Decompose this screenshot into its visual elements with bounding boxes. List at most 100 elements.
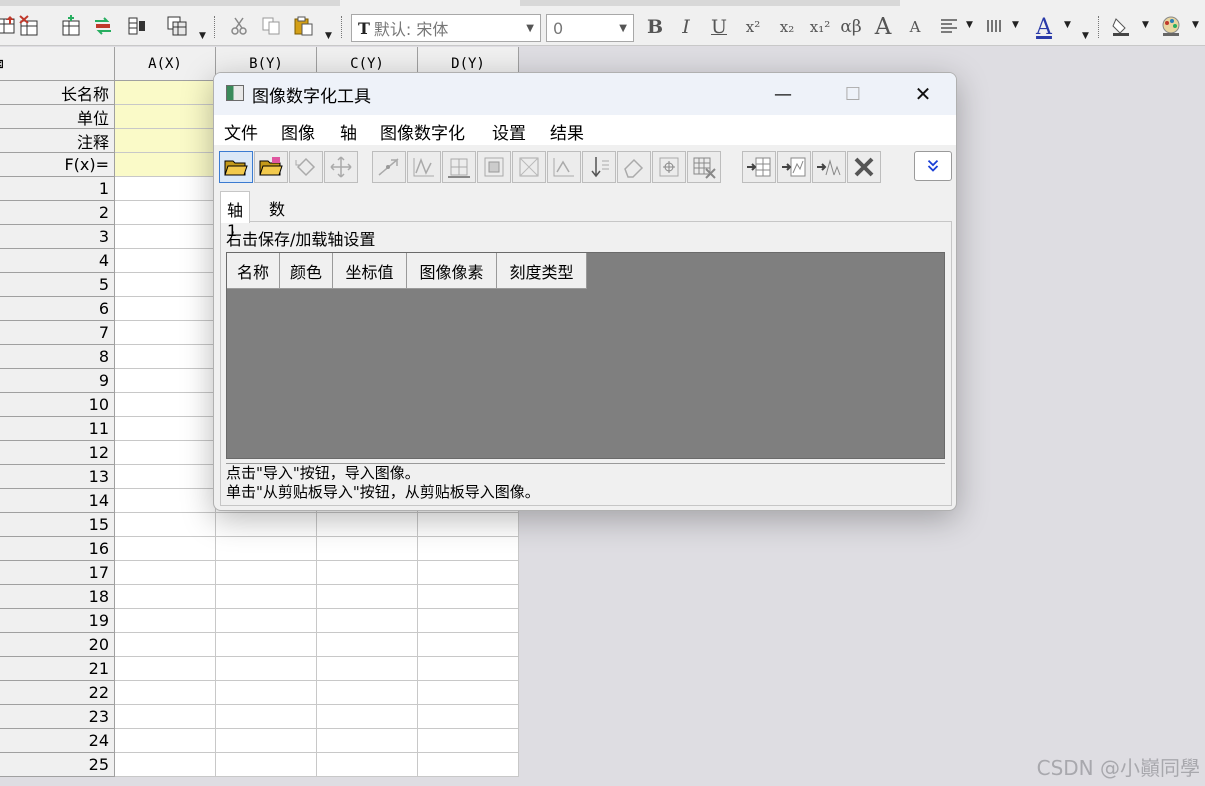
bold-button[interactable]: B — [643, 14, 667, 40]
chevron-down-icon[interactable]: ▼ — [1064, 20, 1071, 30]
increase-font-button[interactable]: A — [870, 14, 896, 40]
table-cell[interactable] — [115, 537, 216, 561]
decrease-font-button[interactable]: A — [904, 14, 926, 40]
table-cell[interactable] — [216, 681, 317, 705]
row-header[interactable]: 8 — [0, 345, 115, 369]
menu-settings[interactable]: 设置 — [492, 119, 526, 144]
table-cell[interactable] — [115, 441, 216, 465]
region-digitize-button[interactable] — [477, 151, 511, 183]
table-cell[interactable] — [418, 609, 519, 633]
sort-worksheet-icon[interactable] — [124, 12, 150, 40]
table-cell[interactable] — [216, 561, 317, 585]
row-header[interactable]: 10 — [0, 393, 115, 417]
table-cell[interactable] — [115, 81, 216, 105]
close-button[interactable]: ✕ — [900, 73, 946, 115]
superscript-button[interactable]: x² — [740, 14, 766, 40]
row-header[interactable]: 6 — [0, 297, 115, 321]
chevron-down-icon[interactable]: ▼ — [619, 23, 627, 34]
manual-pick-button[interactable] — [372, 151, 406, 183]
table-cell[interactable] — [418, 705, 519, 729]
table-cell[interactable] — [418, 657, 519, 681]
table-cell[interactable] — [115, 705, 216, 729]
table-header-pixel[interactable]: 图像像素 — [407, 253, 497, 289]
menu-file[interactable]: 文件 — [224, 119, 258, 144]
table-cell[interactable] — [115, 297, 216, 321]
chevron-down-icon[interactable]: ▼ — [526, 23, 534, 34]
table-cell[interactable] — [216, 609, 317, 633]
table-cell[interactable] — [115, 633, 216, 657]
duplicate-sheet-icon[interactable] — [164, 12, 190, 40]
table-cell[interactable] — [317, 681, 418, 705]
table-cell[interactable] — [317, 561, 418, 585]
table-cell[interactable] — [115, 273, 216, 297]
align-left-icon[interactable] — [936, 12, 962, 40]
table-cell[interactable] — [115, 753, 216, 777]
row-header[interactable]: 15 — [0, 513, 115, 537]
meta-row-header[interactable]: 长名称 — [0, 81, 115, 105]
table-cell[interactable] — [115, 225, 216, 249]
menu-axis[interactable]: 轴 — [340, 119, 357, 144]
set-xy-icon[interactable] — [58, 12, 84, 40]
send-to-graph-button[interactable] — [777, 151, 811, 183]
table-cell[interactable] — [418, 561, 519, 585]
send-peaks-button[interactable] — [812, 151, 846, 183]
table-cell[interactable] — [418, 537, 519, 561]
add-point-button[interactable] — [652, 151, 686, 183]
delete-column-icon[interactable] — [16, 12, 42, 40]
table-cell[interactable] — [216, 537, 317, 561]
table-cell[interactable] — [317, 585, 418, 609]
table-cell[interactable] — [418, 729, 519, 753]
table-cell[interactable] — [317, 633, 418, 657]
row-header[interactable]: 14 — [0, 489, 115, 513]
delete-point-button[interactable] — [687, 151, 721, 183]
italic-button[interactable]: I — [675, 14, 697, 40]
table-cell[interactable] — [115, 561, 216, 585]
table-cell[interactable] — [317, 753, 418, 777]
table-cell[interactable] — [115, 489, 216, 513]
table-cell[interactable] — [418, 681, 519, 705]
table-cell[interactable] — [216, 513, 317, 537]
table-cell[interactable] — [317, 729, 418, 753]
table-cell[interactable] — [216, 729, 317, 753]
underline-button[interactable]: U — [707, 14, 731, 40]
table-cell[interactable] — [115, 369, 216, 393]
table-cell[interactable] — [115, 321, 216, 345]
font-size-select[interactable]: 0 ▼ — [546, 14, 634, 42]
sup-sub-button[interactable]: x₁² — [806, 14, 834, 40]
column-header-a[interactable]: A(X) — [115, 47, 216, 81]
greek-button[interactable]: αβ — [836, 14, 866, 40]
table-cell[interactable] — [418, 585, 519, 609]
table-cell[interactable] — [115, 513, 216, 537]
table-header-scale-type[interactable]: 刻度类型 — [497, 253, 587, 289]
row-header[interactable]: 12 — [0, 441, 115, 465]
table-cell[interactable] — [115, 585, 216, 609]
meta-row-header[interactable]: 注释 — [0, 129, 115, 153]
chevron-down-icon[interactable]: ▼ — [1192, 20, 1199, 30]
table-cell[interactable] — [216, 657, 317, 681]
expand-panel-button[interactable] — [914, 151, 952, 181]
import-clipboard-button[interactable] — [254, 151, 288, 183]
cut-icon[interactable] — [226, 12, 252, 40]
row-header[interactable]: 24 — [0, 729, 115, 753]
table-cell[interactable] — [317, 537, 418, 561]
table-cell[interactable] — [115, 249, 216, 273]
row-header[interactable]: 23 — [0, 705, 115, 729]
table-cell[interactable] — [115, 129, 216, 153]
sort-points-button[interactable] — [582, 151, 616, 183]
table-cell[interactable] — [115, 393, 216, 417]
font-name-select[interactable]: T 默认: 宋体 ▼ — [351, 14, 541, 42]
paste-icon[interactable] — [290, 12, 316, 40]
swap-columns-icon[interactable] — [90, 12, 116, 40]
table-cell[interactable] — [418, 633, 519, 657]
table-cell[interactable] — [115, 105, 216, 129]
axis-table[interactable]: 名称 颜色 坐标值 图像像素 刻度类型 — [226, 252, 945, 459]
table-cell[interactable] — [418, 513, 519, 537]
font-color-button[interactable]: A — [1030, 14, 1058, 40]
row-header[interactable]: 11 — [0, 417, 115, 441]
row-header[interactable]: 5 — [0, 273, 115, 297]
meta-row-header[interactable]: F(x)= — [0, 153, 115, 177]
table-cell[interactable] — [115, 729, 216, 753]
row-header[interactable]: 1 — [0, 177, 115, 201]
table-cell[interactable] — [216, 633, 317, 657]
table-cell[interactable] — [115, 177, 216, 201]
